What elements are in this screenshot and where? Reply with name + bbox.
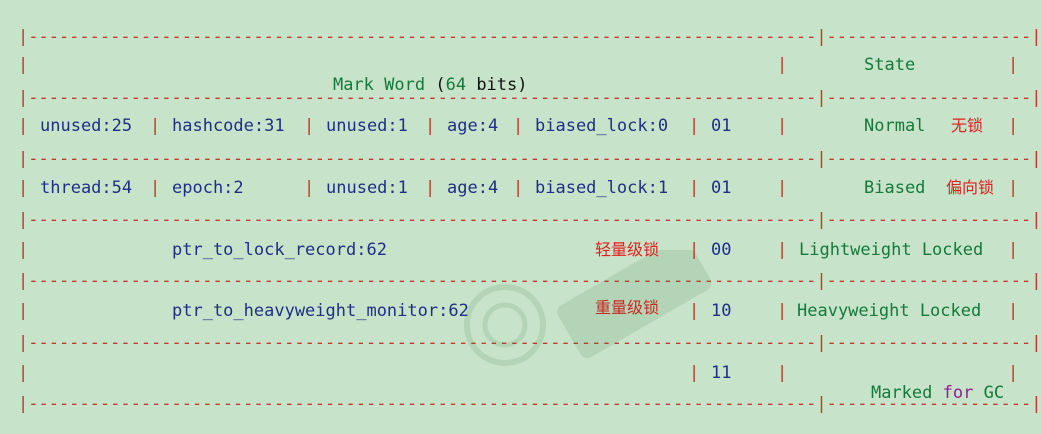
row-bar: | xyxy=(1008,301,1019,321)
state-normal: Normal xyxy=(864,116,926,136)
row-bar: | xyxy=(1008,178,1019,198)
field-unused: unused:25 xyxy=(40,116,133,136)
row-bar: | xyxy=(689,178,700,198)
mark-word-label: Mark Word xyxy=(332,75,426,95)
state-gc-word3: GC xyxy=(983,383,1005,403)
state-biased: Biased xyxy=(864,178,926,198)
row-bar: | xyxy=(689,363,700,383)
lock-bits: 11 xyxy=(711,363,732,383)
state-gc-word1: Marked xyxy=(870,383,933,403)
field-unused-1: unused:1 xyxy=(326,178,408,198)
heavyweight-note-cn: 重量级锁 xyxy=(595,298,660,317)
row-bar: | xyxy=(18,178,29,198)
row-bar: | xyxy=(18,55,29,75)
row-bar: | xyxy=(1008,55,1019,75)
mark-word-bits: 64 xyxy=(445,75,467,95)
row-bar: | xyxy=(1008,240,1019,260)
state-biased-cn: 偏向锁 xyxy=(946,178,995,197)
row-bar: | xyxy=(304,116,315,136)
row-bar: | xyxy=(150,178,161,198)
row-bar: | xyxy=(18,116,29,136)
row-bar: | xyxy=(777,55,788,75)
row-bar: | xyxy=(777,240,788,260)
row-bar: | xyxy=(513,178,524,198)
lock-bits: 01 xyxy=(711,178,732,198)
field-unused-1: unused:1 xyxy=(326,116,408,136)
field-biased-lock: biased_lock:0 xyxy=(535,116,669,136)
table-divider-top: |---------------------------------------… xyxy=(18,27,1041,47)
row-bar: | xyxy=(425,178,436,198)
row-bar: | xyxy=(777,116,788,136)
field-age: age:4 xyxy=(447,116,499,136)
row-bar: | xyxy=(425,116,436,136)
table-divider-biased: |---------------------------------------… xyxy=(18,210,1041,230)
field-hashcode: hashcode:31 xyxy=(172,116,285,136)
table-divider-header: |---------------------------------------… xyxy=(18,88,1041,108)
mark-word-table: |---------------------------------------… xyxy=(0,0,1041,434)
row-bar: | xyxy=(1008,116,1019,136)
state-normal-cn: 无锁 xyxy=(951,116,984,135)
state-lightweight: Lightweight Locked xyxy=(799,240,984,260)
field-epoch: epoch:2 xyxy=(172,178,244,198)
row-bar: | xyxy=(689,116,700,136)
lock-bits: 01 xyxy=(711,116,732,136)
field-thread: thread:54 xyxy=(40,178,133,198)
row-bar: | xyxy=(777,301,788,321)
state-gc-word2: for xyxy=(942,383,974,403)
row-bar: | xyxy=(689,240,700,260)
table-divider-lightweight: |---------------------------------------… xyxy=(18,271,1041,291)
mark-word-bits-unit: bits) xyxy=(476,75,528,95)
state-header: State xyxy=(864,55,916,75)
row-bar: | xyxy=(513,116,524,136)
field-age: age:4 xyxy=(447,178,499,198)
row-bar: | xyxy=(18,240,29,260)
watermark-logo xyxy=(464,250,712,366)
table-divider-normal: |---------------------------------------… xyxy=(18,149,1041,169)
lightweight-note-cn: 轻量级锁 xyxy=(595,240,660,259)
field-ptr-to-heavyweight-monitor: ptr_to_heavyweight_monitor:62 xyxy=(172,301,469,321)
field-ptr-to-lock-record: ptr_to_lock_record:62 xyxy=(172,240,387,260)
lock-bits: 00 xyxy=(711,240,732,260)
mark-word-header: Mark Word (64 bits) xyxy=(292,55,528,115)
row-bar: | xyxy=(777,178,788,198)
state-heavyweight: Heavyweight Locked xyxy=(797,301,982,321)
row-bar: | xyxy=(1008,363,1019,383)
table-divider-heavyweight: |---------------------------------------… xyxy=(18,333,1041,353)
mark-word-paren: ( xyxy=(435,75,446,95)
row-bar: | xyxy=(304,178,315,198)
row-bar: | xyxy=(18,301,29,321)
state-gc: Marked for GC xyxy=(830,363,1004,423)
lock-bits: 10 xyxy=(711,301,732,321)
row-bar: | xyxy=(777,363,788,383)
row-bar: | xyxy=(18,363,29,383)
row-bar: | xyxy=(150,116,161,136)
field-biased-lock: biased_lock:1 xyxy=(535,178,669,198)
row-bar: | xyxy=(689,301,700,321)
